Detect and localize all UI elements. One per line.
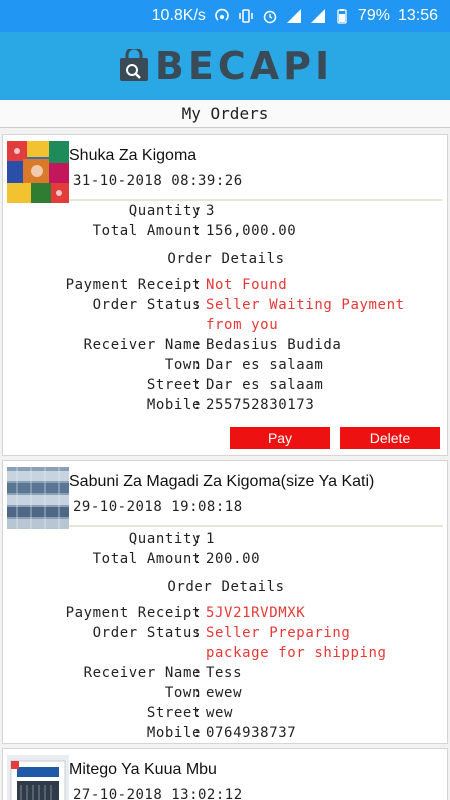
page-title: My Orders xyxy=(181,104,269,123)
product-name[interactable]: Sabuni Za Magadi Za Kigoma(size Ya Kati) xyxy=(69,473,374,491)
divider xyxy=(69,199,443,201)
divider xyxy=(69,525,443,527)
order-status-value: Seller Waiting Payment xyxy=(206,297,405,313)
mobile-value: 0764938737 xyxy=(206,725,297,741)
order-status-value: Seller Preparing xyxy=(206,625,351,641)
town-row: Town : Dar es salaam xyxy=(164,357,324,373)
product-name[interactable]: Mitego Ya Kuua Mbu xyxy=(69,761,217,779)
order-header: Sabuni Za Magadi Za Kigoma(size Ya Kati)… xyxy=(3,461,447,529)
order-status-value-cont: from you xyxy=(206,317,279,333)
orders-list[interactable]: Shuka Za Kigoma 31-10-2018 08:39:26 Quan… xyxy=(0,128,450,800)
status-bar: 10.8K/s 79% 13:56 xyxy=(0,0,450,32)
signal-2-icon xyxy=(310,8,326,24)
street-row: Street : Dar es salaam xyxy=(146,377,324,393)
total-amount-row: Total Amount : 200.00 xyxy=(92,551,261,567)
vibrate-icon xyxy=(238,8,254,24)
order-status-row: Order Status : Seller Preparing xyxy=(92,625,351,641)
street-value: wew xyxy=(206,705,234,721)
battery-percent: 79% xyxy=(357,7,390,24)
clock: 13:56 xyxy=(397,7,438,24)
order-header: Shuka Za Kigoma 31-10-2018 08:39:26 xyxy=(3,135,447,203)
mobile-value: 255752830173 xyxy=(206,397,315,413)
payment-receipt-value: Not Found xyxy=(206,277,288,293)
order-status-label: Order Status xyxy=(92,297,201,313)
payment-receipt-label: Payment Receipt xyxy=(65,605,201,621)
shopping-bag-icon xyxy=(119,49,148,81)
town-row: Town : ewew xyxy=(164,685,243,701)
delete-button[interactable]: Delete xyxy=(340,427,440,449)
payment-receipt-label: Payment Receipt xyxy=(65,277,201,293)
mobile-row: Mobile : 0764938737 xyxy=(146,725,297,741)
product-name[interactable]: Shuka Za Kigoma xyxy=(69,147,196,165)
order-card[interactable]: Shuka Za Kigoma 31-10-2018 08:39:26 Quan… xyxy=(2,134,448,456)
payment-receipt-row: Payment Receipt : 5JV21RVDMXK xyxy=(65,605,306,621)
app-logo: BECAPI xyxy=(117,44,333,88)
quantity-value: 1 xyxy=(206,531,216,547)
total-amount-row: Total Amount : 156,000.00 xyxy=(92,223,297,239)
mobile-row: Mobile : 255752830173 xyxy=(146,397,315,413)
order-header: Mitego Ya Kuua Mbu 27-10-2018 13:02:12 xyxy=(3,749,447,800)
receiver-name-row: Receiver Name : Bedasius Budida xyxy=(83,337,342,353)
order-details-heading: Order Details xyxy=(167,251,285,267)
alarm-icon xyxy=(262,8,278,24)
battery-icon xyxy=(334,8,350,24)
product-thumbnail xyxy=(7,467,69,529)
order-date: 27-10-2018 13:02:12 xyxy=(73,787,243,800)
order-status-row-cont: from you xyxy=(3,317,449,337)
total-amount-value: 200.00 xyxy=(206,551,261,567)
order-card[interactable]: Mitego Ya Kuua Mbu 27-10-2018 13:02:12 xyxy=(2,748,448,800)
order-status-row: Order Status : Seller Waiting Payment xyxy=(92,297,405,313)
payment-receipt-value: 5JV21RVDMXK xyxy=(206,605,306,621)
payment-receipt-row: Payment Receipt : Not Found xyxy=(65,277,288,293)
order-details-heading: Order Details xyxy=(167,579,285,595)
receiver-name-value: Tess xyxy=(206,665,243,681)
pay-button[interactable]: Pay xyxy=(230,427,330,449)
quantity-label: Quantity xyxy=(128,203,201,219)
order-date: 31-10-2018 08:39:26 xyxy=(73,173,243,189)
signal-icon xyxy=(286,8,302,24)
total-amount-label: Total Amount xyxy=(92,223,201,239)
order-status-row-cont: package for shipping xyxy=(3,645,449,665)
network-speed: 10.8K/s xyxy=(151,7,206,24)
quantity-row: Quantity : 3 xyxy=(128,203,216,219)
logo-text: BECAPI xyxy=(154,44,334,88)
product-thumbnail xyxy=(7,755,69,800)
order-date: 29-10-2018 19:08:18 xyxy=(73,499,243,515)
app-header: BECAPI xyxy=(0,32,450,100)
receiver-name-row: Receiver Name : Tess xyxy=(83,665,243,681)
hotspot-icon xyxy=(214,8,230,24)
total-amount-label: Total Amount xyxy=(92,551,201,567)
quantity-label: Quantity xyxy=(128,531,201,547)
street-value: Dar es salaam xyxy=(206,377,324,393)
order-status-label: Order Status xyxy=(92,625,201,641)
receiver-name-label: Receiver Name xyxy=(83,337,201,353)
page-title-bar: My Orders xyxy=(0,100,450,128)
quantity-row: Quantity : 1 xyxy=(128,531,216,547)
quantity-value: 3 xyxy=(206,203,216,219)
order-status-value-cont: package for shipping xyxy=(206,645,387,661)
receiver-name-label: Receiver Name xyxy=(83,665,201,681)
total-amount-value: 156,000.00 xyxy=(206,223,297,239)
street-row: Street : wew xyxy=(146,705,234,721)
product-thumbnail xyxy=(7,141,69,203)
order-card[interactable]: Sabuni Za Magadi Za Kigoma(size Ya Kati)… xyxy=(2,460,448,744)
town-value: Dar es salaam xyxy=(206,357,324,373)
receiver-name-value: Bedasius Budida xyxy=(206,337,342,353)
town-value: ewew xyxy=(206,685,243,701)
